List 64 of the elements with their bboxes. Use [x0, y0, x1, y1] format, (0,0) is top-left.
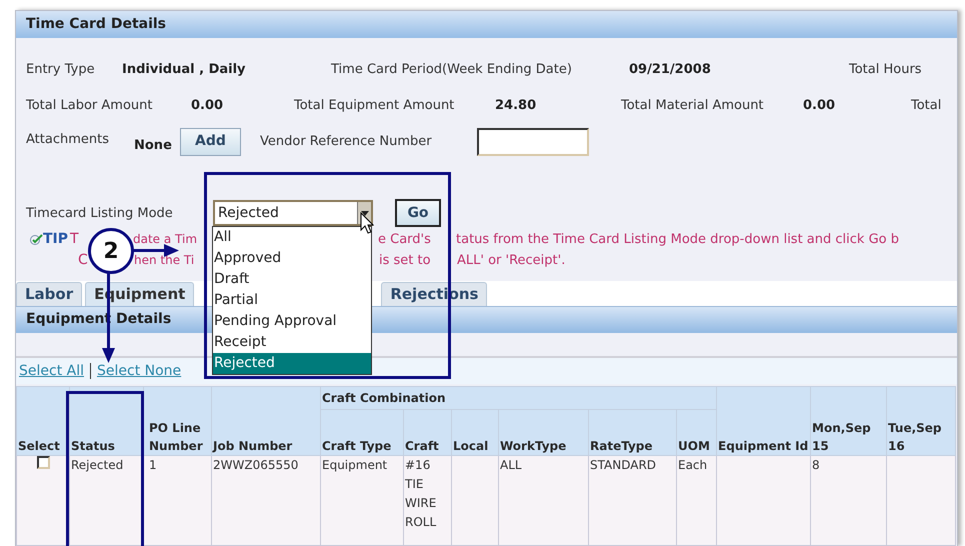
field-value: 24.80 — [495, 96, 538, 114]
tip-label: TIP — [43, 230, 70, 250]
field-value: None — [134, 136, 173, 155]
checkbox[interactable] — [36, 456, 50, 469]
column-header: Job Number — [213, 439, 292, 453]
table-cell: Equipment — [322, 458, 388, 472]
field-label: Total Equipment Amount — [294, 96, 456, 114]
column-header: Status — [71, 439, 115, 453]
table-cell: 8 — [812, 458, 820, 472]
column-header: UOM — [678, 439, 710, 453]
dropdown-field[interactable]: Rejected — [213, 200, 373, 226]
field-label: Total Labor Amount — [26, 96, 154, 114]
dropdown-option[interactable]: Rejected — [213, 353, 371, 374]
tip-text: is set to — [379, 253, 431, 268]
table-cell: ALL — [500, 458, 522, 472]
input-field[interactable] — [477, 128, 589, 156]
column-header: Craft — [405, 439, 439, 453]
column-header: Mon,Sep 15 — [812, 421, 871, 453]
dropdown-option[interactable]: Approved — [213, 248, 371, 269]
dropdown-option[interactable]: Receipt — [213, 332, 371, 353]
field-label: Timecard Listing Mode — [26, 204, 174, 222]
column-header: PO Line Number — [149, 421, 203, 453]
field-label: Entry Type — [26, 61, 96, 80]
column-header: Equipment Id — [718, 439, 808, 453]
select-all-link[interactable]: Select All — [19, 360, 84, 382]
column-header: Tue,Sep 16 — [888, 421, 942, 453]
field-value: Individual , Daily — [122, 61, 247, 80]
field-label: Time Card Period(Week Ending Date) — [331, 61, 573, 80]
field-label: Total Hours — [849, 61, 922, 80]
field-value: 0.00 — [803, 96, 836, 114]
column-group-header: Craft Combination — [320, 386, 717, 410]
column-header: WorkType — [500, 439, 566, 453]
tip-text: e Card's — [378, 232, 431, 248]
dropdown-option[interactable]: Pending Approval — [213, 311, 371, 332]
check-icon — [30, 234, 43, 246]
field-label: Attachments — [26, 131, 110, 150]
tip-text: date a Tim — [133, 232, 198, 246]
column-header: Select — [18, 439, 60, 453]
table-cell: Each — [678, 458, 708, 472]
go-button[interactable]: Go — [395, 199, 441, 228]
table-cell: Rejected — [71, 458, 124, 472]
dropdown-option[interactable]: All — [213, 227, 371, 248]
field-label: Total — [911, 96, 942, 114]
field-label: Vendor Reference Number — [260, 132, 433, 151]
tip-text: ALL' or 'Receipt'. — [457, 252, 566, 270]
add-button[interactable]: Add — [180, 128, 241, 156]
column-header: Local — [453, 439, 488, 453]
field-label: Total Material Amount — [621, 96, 765, 114]
column-header: Craft Type — [322, 439, 392, 453]
column-header: RateType — [590, 439, 653, 453]
tip-text: T — [70, 231, 79, 248]
tab[interactable]: Labor — [16, 282, 82, 306]
table-cell: #16 TIE WIRE ROLL — [405, 458, 436, 529]
field-value: 0.00 — [191, 96, 224, 114]
table-cell: STANDARD — [590, 458, 656, 472]
field-value: 09/21/2008 — [629, 61, 712, 80]
tip-text: hen the Ti — [134, 253, 194, 268]
tip-text: C — [78, 252, 88, 268]
dropdown-option[interactable]: Draft — [213, 269, 371, 290]
table-cell: 2WWZ065550 — [213, 458, 298, 472]
tip-text: tatus from the Time Card Listing Mode drop-down list and click Go b — [456, 230, 899, 249]
panel-header: Time Card Details — [16, 11, 957, 38]
select-none-link[interactable]: Select None — [97, 360, 182, 382]
table-cell: 1 — [149, 458, 157, 472]
